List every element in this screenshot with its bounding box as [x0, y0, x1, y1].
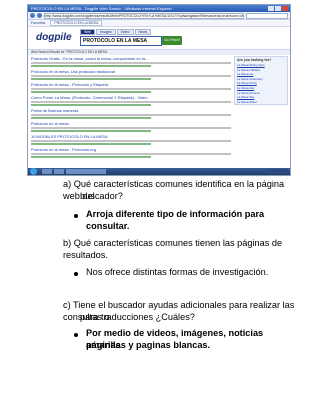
result-item: Protocolo en la mesa [31, 121, 231, 132]
result-snippet [31, 75, 231, 77]
search-input[interactable]: PROTOCOLO EN LA MESA [80, 36, 162, 46]
taskbar-item[interactable] [66, 169, 106, 174]
dogpile-logo[interactable]: dogpile [36, 32, 72, 43]
question-b-line-1: b) Qué características comunes tienen la… [63, 238, 283, 260]
question-a-line-2: buscador? [80, 191, 123, 201]
result-item: Protocolo en la mesa. Uso protocolo trad… [31, 69, 231, 80]
result-item: Como Poner La Mesa. (Protocolo. Ceremoni… [31, 95, 231, 106]
result-title-link[interactable]: Protocolo en la mesa [31, 121, 231, 126]
related-sidebar: Are you looking for? La Mesa Dining Sets… [234, 56, 288, 106]
result-title-link[interactable]: Portal de Buenas maneras [31, 108, 231, 113]
tab-images[interactable]: Images [96, 29, 116, 35]
result-title-link[interactable]: Protocolo en la mesa - Protocolo y Etiqu… [31, 82, 231, 87]
taskbar-item[interactable] [54, 169, 64, 174]
result-snippet [31, 88, 231, 90]
result-item: Portal de Buenas maneras [31, 108, 231, 119]
result-title-link[interactable]: Protocolo en la mesa - Protocolo.org [31, 147, 231, 152]
sidebar-link[interactable]: La Mesa Motel [235, 100, 287, 105]
system-tray [266, 169, 288, 174]
result-title-link[interactable]: Protocolo en la mesa. Uso protocolo trad… [31, 69, 231, 74]
result-item: 10 MODALES PROTOCOLO EN LA MESA [31, 134, 231, 145]
forward-icon[interactable] [37, 13, 42, 18]
result-snippet [31, 153, 231, 155]
tab-video[interactable]: Video [116, 29, 134, 35]
result-url [31, 104, 151, 106]
go-fetch-button[interactable]: Go Fetch! [162, 36, 182, 45]
address-field[interactable]: http://www.dogpile.com/dogpile/ws/result… [44, 12, 244, 19]
result-item: Protocolo Gratis - En la mesa, podrá la … [31, 56, 231, 67]
bullet-icon [74, 272, 78, 276]
start-button[interactable] [30, 168, 37, 175]
result-url [31, 156, 151, 158]
taskbar [28, 168, 290, 175]
result-url [31, 91, 151, 93]
back-icon[interactable] [30, 13, 35, 18]
bullet-icon [74, 214, 78, 218]
taskbar-item[interactable] [42, 169, 52, 174]
result-url [31, 78, 151, 80]
answer-b: Nos ofrece distintas formas de investiga… [86, 267, 269, 277]
result-title-link[interactable]: Protocolo Gratis - En la mesa, podrá la … [31, 56, 231, 61]
bullet-icon [74, 333, 78, 337]
result-snippet [31, 114, 231, 116]
answer-a: Arroja diferente tipo de información par… [86, 209, 265, 231]
result-title-link[interactable]: Como Poner La Mesa. (Protocolo. Ceremoni… [31, 95, 231, 100]
tab-news[interactable]: News [134, 29, 152, 35]
result-snippet [31, 101, 231, 103]
tab-web[interactable]: Web [80, 29, 96, 35]
favorites-bar: Favoritos PROTOCOLO EN LA MESA [28, 20, 290, 27]
results-area: Protocolo Gratis - En la mesa, podrá la … [28, 55, 290, 167]
result-item: Protocolo en la mesa - Protocolo.org [31, 147, 231, 158]
window-controls[interactable] [268, 6, 288, 11]
question-c-line-2: para traducciones ¿Cuáles? [80, 312, 195, 322]
result-snippet [31, 62, 231, 64]
result-url [31, 117, 151, 119]
result-snippet [31, 140, 231, 142]
browser-screenshot: PROTOCOLO EN LA MESA - Dogpile Web Searc… [27, 4, 291, 176]
browser-tab[interactable]: PROTOCOLO EN LA MESA [50, 20, 103, 26]
result-url [31, 130, 151, 132]
browser-search-input[interactable] [246, 12, 288, 19]
search-tabs: Web Images Video News [80, 29, 152, 35]
answer-c-line-2: amarillas y paginas blancas. [86, 340, 211, 350]
result-url [31, 65, 151, 67]
result-url [31, 143, 151, 145]
result-title-link[interactable]: 10 MODALES PROTOCOLO EN LA MESA [31, 134, 231, 139]
result-item: Protocolo en la mesa - Protocolo y Etiqu… [31, 82, 231, 93]
window-title: PROTOCOLO EN LA MESA - Dogpile Web Searc… [28, 5, 290, 12]
address-bar: http://www.dogpile.com/dogpile/ws/result… [28, 12, 290, 20]
favorites-label[interactable]: Favoritos [31, 21, 45, 25]
results-list: Protocolo Gratis - En la mesa, podrá la … [31, 56, 231, 160]
dogpile-header: dogpile Web Images Video News PROTOCOLO … [28, 27, 290, 50]
result-snippet [31, 127, 231, 129]
